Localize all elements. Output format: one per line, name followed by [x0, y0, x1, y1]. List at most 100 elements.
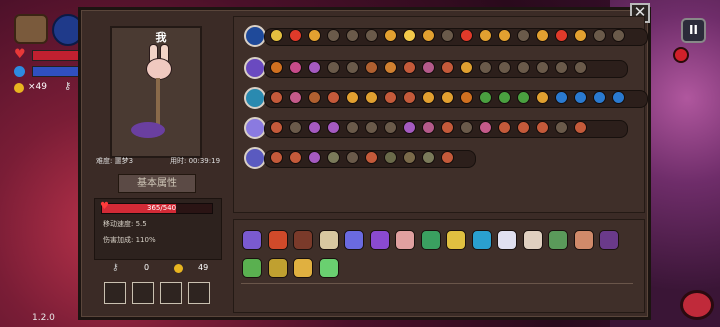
spell-icon[interactable]: [536, 121, 549, 134]
spell-icon[interactable]: [498, 91, 511, 104]
item-icon[interactable]: [242, 258, 262, 278]
spell-icon[interactable]: [289, 91, 302, 104]
spell-icon[interactable]: [479, 91, 492, 104]
spell-icon[interactable]: [574, 61, 587, 74]
equipment-slot[interactable]: [160, 282, 182, 304]
settings-gear-icon[interactable]: [673, 47, 689, 63]
spell-icon[interactable]: [403, 29, 416, 42]
item-icon[interactable]: [420, 230, 441, 250]
equipment-slot[interactable]: [132, 282, 154, 304]
item-icon[interactable]: [267, 258, 288, 278]
spell-icon[interactable]: [270, 61, 283, 74]
spell-icon[interactable]: [384, 91, 397, 104]
spell-icon[interactable]: [308, 29, 321, 42]
spell-icon[interactable]: [270, 29, 283, 42]
spell-icon[interactable]: [270, 121, 283, 134]
item-icon[interactable]: [344, 230, 364, 250]
spell-icon[interactable]: [517, 91, 530, 104]
spell-icon[interactable]: [327, 91, 340, 104]
item-icon[interactable]: [293, 258, 313, 278]
spell-icon[interactable]: [536, 91, 549, 104]
spell-icon[interactable]: [403, 61, 416, 74]
spell-icon[interactable]: [270, 91, 283, 104]
item-icon[interactable]: [573, 230, 594, 250]
spell-icon[interactable]: [289, 29, 302, 42]
spell-icon[interactable]: [612, 91, 625, 104]
wand-icon[interactable]: [244, 25, 266, 47]
spell-icon[interactable]: [517, 29, 530, 42]
spell-icon[interactable]: [308, 151, 321, 164]
spell-icon[interactable]: [441, 91, 454, 104]
item-icon[interactable]: [522, 230, 543, 250]
spell-icon[interactable]: [346, 151, 359, 164]
item-icon[interactable]: [548, 230, 568, 250]
item-icon[interactable]: [318, 230, 339, 250]
spell-icon[interactable]: [498, 61, 511, 74]
spell-icon[interactable]: [498, 29, 511, 42]
item-icon[interactable]: [395, 230, 415, 250]
spell-icon[interactable]: [555, 121, 568, 134]
spell-icon[interactable]: [365, 61, 378, 74]
spell-icon[interactable]: [422, 151, 435, 164]
spell-icon[interactable]: [498, 121, 511, 134]
spell-icon[interactable]: [555, 61, 568, 74]
spell-icon[interactable]: [365, 121, 378, 134]
spell-icon[interactable]: [460, 29, 473, 42]
tab-basic-attributes[interactable]: 基本属性: [118, 174, 196, 193]
item-icon[interactable]: [267, 230, 288, 250]
spell-icon[interactable]: [460, 121, 473, 134]
spell-icon[interactable]: [346, 121, 359, 134]
spell-icon[interactable]: [479, 61, 492, 74]
spell-icon[interactable]: [441, 29, 454, 42]
spell-icon[interactable]: [289, 151, 302, 164]
spell-icon[interactable]: [346, 91, 359, 104]
spell-icon[interactable]: [460, 91, 473, 104]
spell-icon[interactable]: [327, 61, 340, 74]
wand-icon[interactable]: [244, 57, 266, 79]
spell-icon[interactable]: [346, 29, 359, 42]
spell-icon[interactable]: [308, 91, 321, 104]
spell-icon[interactable]: [403, 91, 416, 104]
spell-icon[interactable]: [517, 61, 530, 74]
equipment-slot[interactable]: [188, 282, 210, 304]
spell-icon[interactable]: [327, 151, 340, 164]
item-icon[interactable]: [497, 230, 517, 250]
spell-icon[interactable]: [384, 29, 397, 42]
item-icon[interactable]: [446, 230, 466, 250]
spell-icon[interactable]: [536, 29, 549, 42]
spell-icon[interactable]: [479, 29, 492, 42]
spell-icon[interactable]: [555, 29, 568, 42]
spell-icon[interactable]: [365, 91, 378, 104]
item-icon[interactable]: [369, 230, 390, 250]
spell-icon[interactable]: [536, 61, 549, 74]
spell-icon[interactable]: [384, 121, 397, 134]
spell-icon[interactable]: [308, 121, 321, 134]
spell-icon[interactable]: [479, 121, 492, 134]
spell-icon[interactable]: [403, 121, 416, 134]
spell-icon[interactable]: [422, 91, 435, 104]
spell-icon[interactable]: [365, 151, 378, 164]
spell-icon[interactable]: [327, 29, 340, 42]
spell-icon[interactable]: [327, 121, 340, 134]
item-icon[interactable]: [242, 230, 262, 250]
spell-icon[interactable]: [441, 121, 454, 134]
spell-icon[interactable]: [270, 151, 283, 164]
spell-icon[interactable]: [593, 91, 606, 104]
spell-icon[interactable]: [441, 61, 454, 74]
spell-icon[interactable]: [574, 29, 587, 42]
spell-icon[interactable]: [574, 121, 587, 134]
spell-icon[interactable]: [612, 29, 625, 42]
chest-icon[interactable]: [14, 14, 48, 44]
spell-icon[interactable]: [384, 61, 397, 74]
spell-icon[interactable]: [289, 61, 302, 74]
spell-icon[interactable]: [346, 61, 359, 74]
wand-icon[interactable]: [244, 147, 266, 169]
spell-icon[interactable]: [403, 151, 416, 164]
spell-icon[interactable]: [441, 151, 454, 164]
item-icon[interactable]: [293, 230, 313, 250]
spell-icon[interactable]: [555, 91, 568, 104]
wand-icon[interactable]: [244, 87, 266, 109]
spell-icon[interactable]: [422, 121, 435, 134]
spell-icon[interactable]: [422, 61, 435, 74]
pause-button[interactable]: II: [681, 18, 706, 43]
